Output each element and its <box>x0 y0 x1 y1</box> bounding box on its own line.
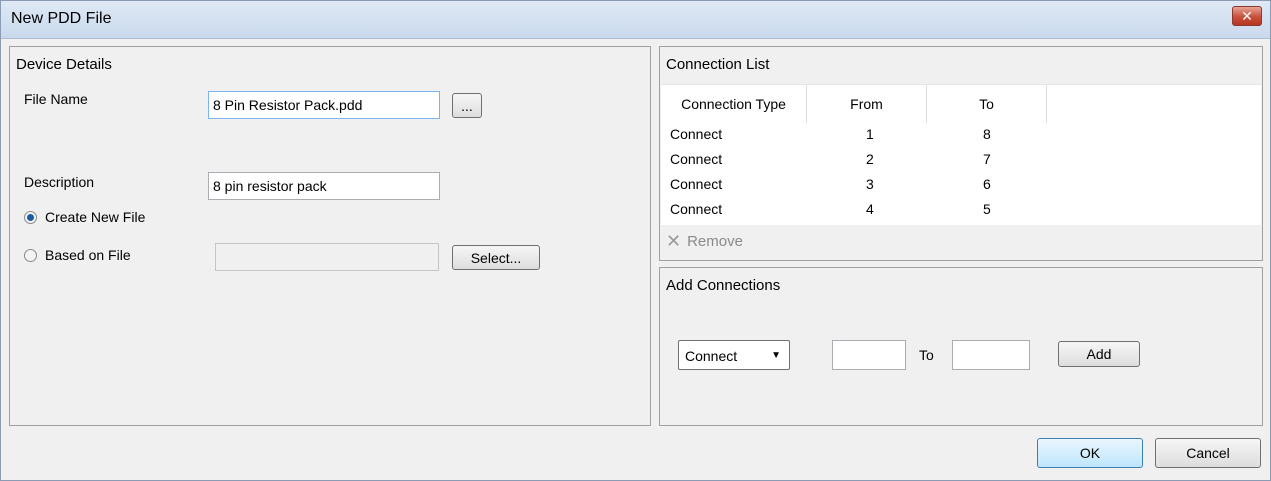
description-input[interactable]: 8 pin resistor pack <box>208 172 440 200</box>
create-new-file-radio[interactable] <box>24 210 37 224</box>
cell-to: 5 <box>983 201 991 217</box>
device-details-title: Device Details <box>16 56 112 73</box>
cancel-button[interactable]: Cancel <box>1155 438 1261 468</box>
from-input[interactable] <box>832 340 906 370</box>
cell-connection-type: Connect <box>670 176 723 192</box>
based-on-file-label: Based on File <box>45 247 131 263</box>
connection-list-title: Connection List <box>666 56 770 73</box>
cancel-button-label: Cancel <box>1186 445 1230 461</box>
cell-to: 7 <box>983 151 991 167</box>
browse-button-label: ... <box>461 97 473 114</box>
table-row[interactable]: Connect 2 7 <box>661 148 1261 173</box>
table-row[interactable]: Connect 1 8 <box>661 123 1261 148</box>
table-row[interactable]: Connect 3 6 <box>661 173 1261 198</box>
table-row[interactable]: Connect 4 5 <box>661 198 1261 223</box>
connection-list-header: Connection Type From To <box>661 84 1261 124</box>
connection-type-select[interactable]: Connect ▼ <box>678 340 790 370</box>
based-on-file-option[interactable]: Based on File <box>24 247 131 263</box>
based-on-file-input <box>215 243 439 271</box>
add-button[interactable]: Add <box>1058 341 1140 367</box>
based-on-file-radio[interactable] <box>24 248 37 262</box>
cell-from: 4 <box>866 201 874 217</box>
cell-to: 6 <box>983 176 991 192</box>
window-title: New PDD File <box>11 10 112 27</box>
column-header-from[interactable]: From <box>807 85 927 123</box>
ok-button[interactable]: OK <box>1037 438 1143 468</box>
create-new-file-label: Create New File <box>45 209 146 225</box>
file-name-label: File Name <box>24 91 88 107</box>
close-icon: ✕ <box>1241 7 1253 24</box>
create-new-file-option[interactable]: Create New File <box>24 209 145 225</box>
to-label: To <box>919 347 934 363</box>
remove-button[interactable]: ✕ Remove <box>666 231 743 252</box>
cell-from: 1 <box>866 126 874 142</box>
cell-from: 2 <box>866 151 874 167</box>
cell-connection-type: Connect <box>670 201 723 217</box>
add-button-label: Add <box>1086 346 1112 362</box>
column-header-to[interactable]: To <box>927 85 1047 123</box>
connection-list-panel: Connection List Connection Type From To … <box>659 46 1263 261</box>
ok-button-label: OK <box>1079 445 1101 461</box>
cell-connection-type: Connect <box>670 151 723 167</box>
cell-from: 3 <box>866 176 874 192</box>
select-button[interactable]: Select... <box>452 245 540 270</box>
column-header-connection-type[interactable]: Connection Type <box>661 85 807 123</box>
chevron-down-icon: ▼ <box>771 350 781 361</box>
connection-type-value: Connect <box>685 348 738 364</box>
file-name-input[interactable]: 8 Pin Resistor Pack.pdd <box>208 91 440 119</box>
connection-list-body: Connect 1 8 Connect 2 7 Connect 3 6 Conn… <box>661 123 1261 225</box>
description-label: Description <box>24 174 95 190</box>
close-button[interactable]: ✕ <box>1232 6 1262 26</box>
remove-label: Remove <box>687 233 743 250</box>
select-button-label: Select... <box>470 249 522 266</box>
remove-icon: ✕ <box>666 231 682 251</box>
title-bar: New PDD File ✕ <box>1 1 1270 39</box>
add-connections-title: Add Connections <box>666 277 781 294</box>
cell-to: 8 <box>983 126 991 142</box>
browse-button[interactable]: ... <box>452 93 482 118</box>
add-connections-panel: Add Connections Connect ▼ To Add <box>659 267 1263 426</box>
to-input[interactable] <box>952 340 1030 370</box>
new-pdd-file-dialog: New PDD File ✕ Device Details File Name … <box>0 0 1271 481</box>
device-details-panel: Device Details File Name 8 Pin Resistor … <box>9 46 651 426</box>
cell-connection-type: Connect <box>670 126 723 142</box>
